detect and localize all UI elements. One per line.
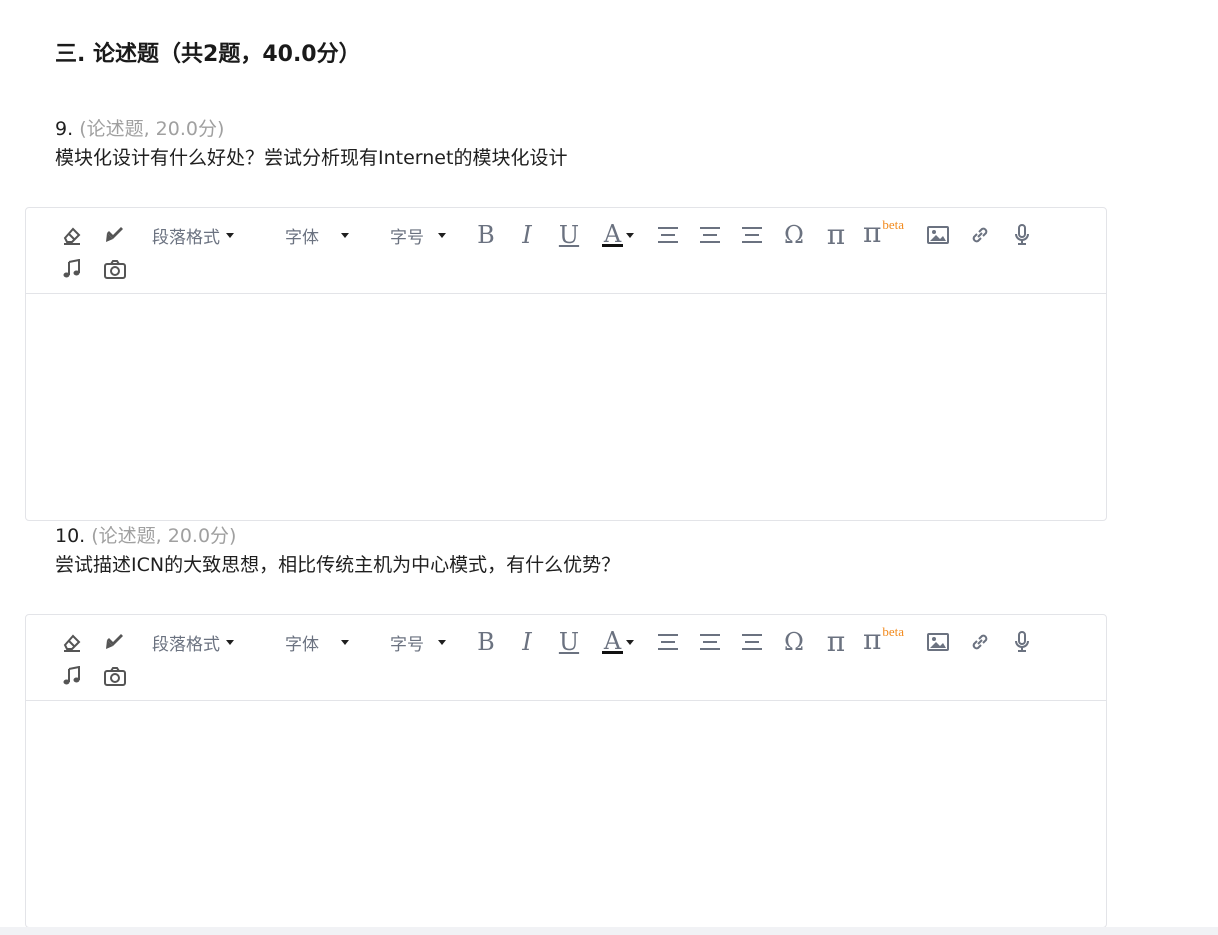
caret-down-icon <box>341 639 349 645</box>
caret-down-icon <box>226 639 234 645</box>
font-color-button[interactable]: A <box>597 220 639 250</box>
question-10: 10. (论述题, 20.0分) 尝试描述ICN的大致思想，相比传统主机为中心模… <box>55 522 620 580</box>
font-family-dropdown[interactable]: 字体 <box>285 627 349 657</box>
caret-down-icon <box>626 232 635 238</box>
caret-down-icon <box>438 232 446 238</box>
underline-button[interactable]: U <box>556 220 582 250</box>
music-icon[interactable] <box>59 254 85 284</box>
answer-text-area[interactable] <box>26 701 1106 927</box>
link-icon[interactable] <box>967 627 993 657</box>
font-color-button[interactable]: A <box>597 627 639 657</box>
align-right-icon[interactable] <box>739 220 765 250</box>
answer-text-area[interactable] <box>26 294 1106 520</box>
align-center-icon[interactable] <box>697 627 723 657</box>
caret-down-icon <box>438 639 446 645</box>
microphone-icon[interactable] <box>1009 220 1035 250</box>
section-title: 三. 论述题（共2题，40.0分） <box>55 42 361 67</box>
microphone-icon[interactable] <box>1009 627 1035 657</box>
question-text: 尝试描述ICN的大致思想，相比传统主机为中心模式，有什么优势？ <box>55 554 621 576</box>
align-center-icon[interactable] <box>697 220 723 250</box>
caret-down-icon <box>226 232 234 238</box>
font-size-dropdown[interactable]: 字号 <box>390 627 446 657</box>
bold-button[interactable]: B <box>473 220 499 250</box>
formula-button[interactable]: π <box>823 627 849 657</box>
question-9: 9. (论述题, 20.0分) 模块化设计有什么好处？尝试分析现有Interne… <box>55 115 567 173</box>
page-bottom-divider <box>0 927 1218 935</box>
question-number: 9. <box>55 118 74 140</box>
bold-button[interactable]: B <box>473 627 499 657</box>
formula-beta-button[interactable]: π beta <box>863 624 913 655</box>
font-family-dropdown[interactable]: 字体 <box>285 220 349 250</box>
special-char-button[interactable]: Ω <box>781 220 807 250</box>
image-icon[interactable] <box>925 220 951 250</box>
special-char-button[interactable]: Ω <box>781 627 807 657</box>
link-icon[interactable] <box>967 220 993 250</box>
italic-button[interactable]: I <box>514 220 540 250</box>
beta-badge: beta <box>882 624 905 639</box>
answer-editor-10: 段落格式 字体 字号 B I U A Ω π π beta <box>25 614 1107 928</box>
align-right-icon[interactable] <box>739 627 765 657</box>
caret-down-icon <box>341 232 349 238</box>
question-type: (论述题, 20.0分) <box>79 118 225 140</box>
question-type: (论述题, 20.0分) <box>91 525 237 547</box>
music-icon[interactable] <box>59 661 85 691</box>
answer-editor-9: 段落格式 字体 字号 B I U A Ω π π beta <box>25 207 1107 521</box>
camera-icon[interactable] <box>102 661 128 691</box>
align-left-icon[interactable] <box>655 627 681 657</box>
eraser-icon[interactable] <box>59 627 85 657</box>
question-number: 10. <box>55 525 86 547</box>
question-text: 模块化设计有什么好处？尝试分析现有Internet的模块化设计 <box>55 147 568 169</box>
paragraph-format-dropdown[interactable]: 段落格式 <box>152 627 234 657</box>
format-brush-icon[interactable] <box>102 220 128 250</box>
editor-toolbar: 段落格式 字体 字号 B I U A Ω π π beta <box>26 208 1106 294</box>
underline-button[interactable]: U <box>556 627 582 657</box>
image-icon[interactable] <box>925 627 951 657</box>
formula-beta-button[interactable]: π beta <box>863 217 913 248</box>
editor-toolbar: 段落格式 字体 字号 B I U A Ω π π beta <box>26 615 1106 701</box>
caret-down-icon <box>626 639 635 645</box>
formula-button[interactable]: π <box>823 220 849 250</box>
eraser-icon[interactable] <box>59 220 85 250</box>
italic-button[interactable]: I <box>514 627 540 657</box>
paragraph-format-dropdown[interactable]: 段落格式 <box>152 220 234 250</box>
beta-badge: beta <box>882 217 905 232</box>
format-brush-icon[interactable] <box>102 627 128 657</box>
align-left-icon[interactable] <box>655 220 681 250</box>
camera-icon[interactable] <box>102 254 128 284</box>
font-size-dropdown[interactable]: 字号 <box>390 220 446 250</box>
